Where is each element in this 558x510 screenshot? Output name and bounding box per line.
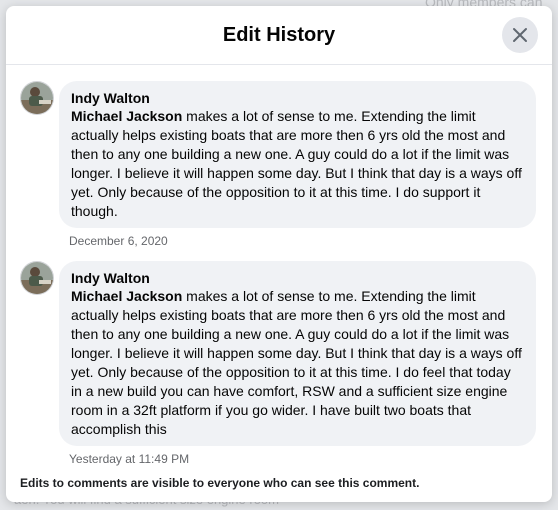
- x-icon: [513, 28, 527, 42]
- mention-link[interactable]: Michael Jackson: [71, 108, 182, 124]
- footer-note: Edits to comments are visible to everyon…: [20, 476, 420, 490]
- edit-history-dialog: Edit History Indy Walton Michael Jackson: [6, 6, 552, 502]
- avatar[interactable]: [20, 261, 54, 295]
- comment-text: Michael Jackson makes a lot of sense to …: [71, 107, 524, 221]
- close-button[interactable]: [502, 17, 538, 53]
- author-name[interactable]: Indy Walton: [71, 269, 524, 287]
- comment-body: makes a lot of sense to me. Extending th…: [71, 108, 522, 219]
- comment-bubble: Indy Walton Michael Jackson makes a lot …: [59, 261, 536, 446]
- comment-text: Michael Jackson makes a lot of sense to …: [71, 287, 524, 439]
- edit-timestamp: Yesterday at 11:49 PM: [69, 452, 190, 466]
- mention-link[interactable]: Michael Jackson: [71, 288, 182, 304]
- avatar[interactable]: [20, 81, 54, 115]
- author-name[interactable]: Indy Walton: [71, 89, 524, 107]
- dialog-title: Edit History: [222, 23, 336, 46]
- comment-body: makes a lot of sense to me. Extending th…: [71, 288, 522, 437]
- comment-bubble: Indy Walton Michael Jackson makes a lot …: [59, 81, 536, 228]
- dialog-header: Edit History: [6, 6, 552, 65]
- edit-timestamp: December 6, 2020: [69, 234, 168, 248]
